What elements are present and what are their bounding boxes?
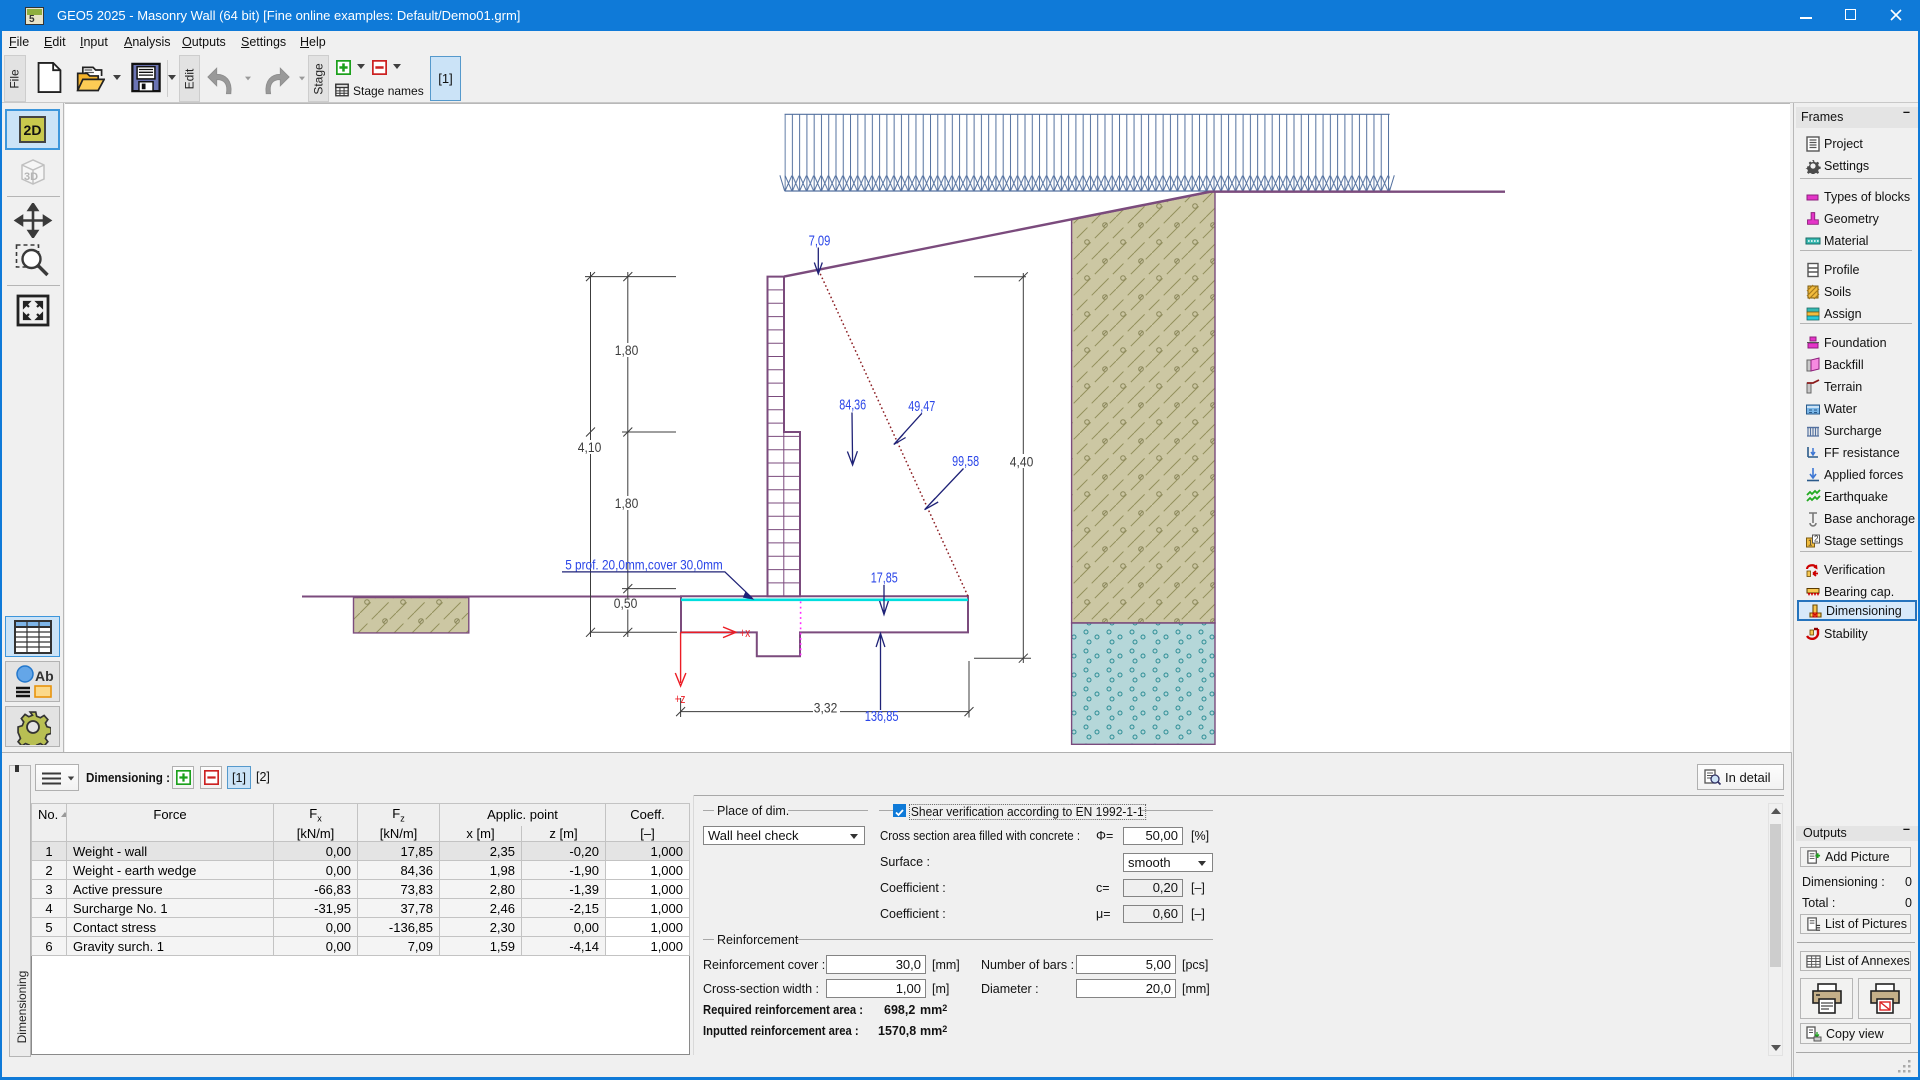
svg-text:17,85: 17,85 [871,570,898,587]
svg-text:Ab: Ab [35,668,54,684]
svg-text:0,50: 0,50 [614,596,638,611]
svg-text:1,80: 1,80 [615,496,639,511]
svg-text:+x: +x [740,625,751,640]
svg-text:4,10: 4,10 [578,440,602,455]
svg-text:99,58: 99,58 [952,453,979,470]
svg-text:5 prof. 20,0mm,cover 30,0mm: 5 prof. 20,0mm,cover 30,0mm [565,557,723,573]
svg-text:3,32: 3,32 [814,701,838,716]
svg-text:7,09: 7,09 [809,233,831,250]
svg-text:1,80: 1,80 [615,343,639,358]
svg-text:2: 2 [1814,534,1819,543]
svg-text:3D: 3D [24,171,38,183]
svg-text:49,47: 49,47 [908,398,935,415]
svg-text:84,36: 84,36 [839,397,866,414]
svg-text:4,40: 4,40 [1010,454,1034,469]
svg-text:136,85: 136,85 [865,708,899,725]
svg-text:+z: +z [675,691,686,706]
svg-text:5: 5 [29,14,35,25]
